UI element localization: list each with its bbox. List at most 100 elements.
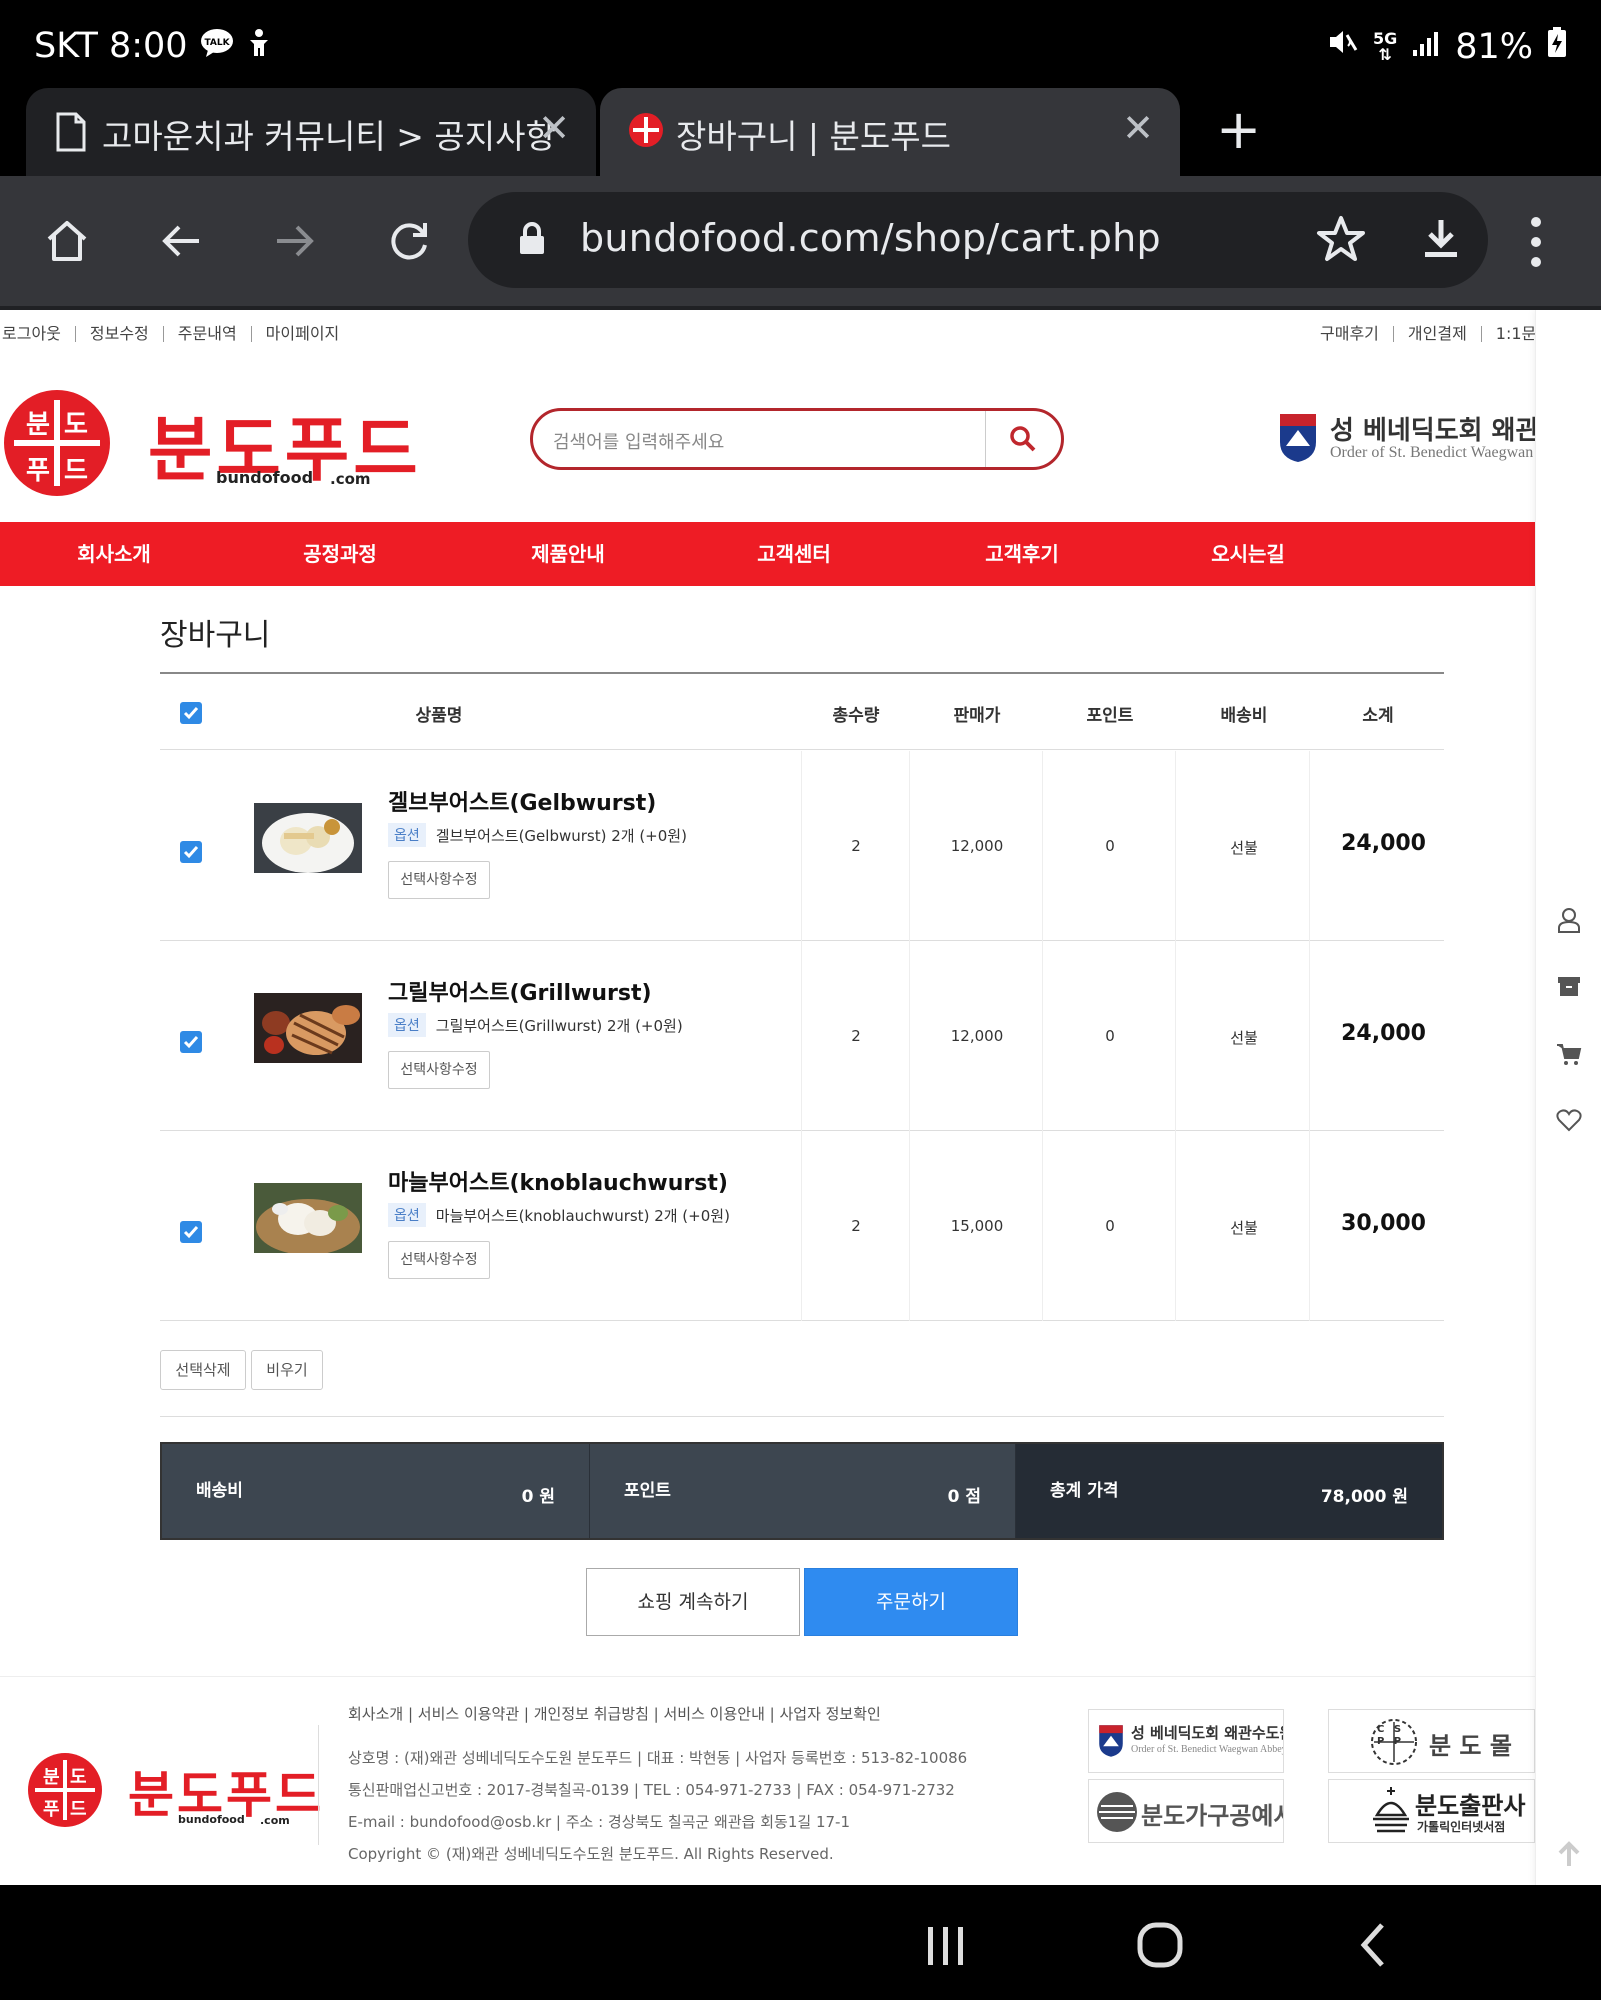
user-icon[interactable] (1555, 906, 1583, 934)
scroll-top-icon[interactable] (1555, 1840, 1583, 1868)
item-price: 15,000 (950, 1217, 1004, 1235)
tab-title: 장바구니 | 분도푸드 (676, 117, 951, 156)
product-name[interactable]: 그릴부어스트(Grillwurst) (388, 975, 652, 1007)
banner-mall[interactable]: C S P P 분 도 몰 (1328, 1709, 1535, 1773)
network-5g-icon: 5G ⇅ (1372, 28, 1398, 64)
option-text: 겔브부어스트(Gelbwurst) 2개 (+0원) (435, 826, 687, 845)
header-subtotal: 소계 (1362, 706, 1394, 726)
logo-com: .com (330, 470, 371, 488)
nav-reviews[interactable]: 고객후기 (922, 522, 1122, 586)
url-text: bundofood.com/shop/cart.php (580, 216, 1161, 260)
summary-total-label: 총계 가격 (1050, 1481, 1119, 1501)
logo-sub: bundofood (178, 1813, 245, 1826)
logo-badge-char: 드 (70, 1799, 87, 1820)
product-option: 옵션 마늘부어스트(knoblauchwurst) 2개 (+0원) (388, 1203, 730, 1227)
item-qty: 2 (851, 837, 861, 855)
logo-badge-char: 푸 (26, 456, 50, 486)
web-page: 로그아웃 정보수정 주문내역 마이페이지 구매후기 개인결제 1:1문의 분 도… (0, 310, 1601, 1885)
logo-sub: bundofood (216, 468, 314, 487)
logout-link[interactable]: 로그아웃 (0, 326, 76, 342)
option-tag: 옵션 (388, 1203, 426, 1227)
new-tab-icon[interactable]: + (1216, 98, 1261, 161)
abbey-crest-icon (1280, 414, 1316, 462)
forward-arrow-icon[interactable] (260, 206, 330, 276)
battery-charging-icon (1547, 26, 1567, 67)
reviews-link[interactable]: 구매후기 (1318, 326, 1394, 342)
personal-payment-link[interactable]: 개인결제 (1394, 326, 1482, 342)
header-shipping: 배송비 (1220, 706, 1268, 726)
csp-mark-text: C S P P (1377, 1724, 1405, 1747)
nav-process[interactable]: 공정과정 (240, 522, 440, 586)
logo-badge-char: 분 (43, 1767, 60, 1788)
close-tab-icon[interactable]: ✕ (538, 106, 570, 150)
download-icon[interactable] (1416, 214, 1466, 268)
nav-company[interactable]: 회사소개 (14, 522, 214, 586)
heart-icon[interactable] (1555, 1106, 1583, 1134)
bookmark-star-icon[interactable] (1316, 214, 1366, 268)
mute-icon (1327, 26, 1359, 67)
summary-total-value: 78,000 원 (1320, 1487, 1408, 1507)
search-input[interactable]: 검색어를 입력해주세요 (553, 428, 724, 454)
edit-option-button[interactable]: 선택사항수정 (388, 1051, 490, 1089)
select-all-checkbox[interactable] (180, 702, 202, 724)
banner-abbey-sub: Order of St. Benedict Waegwan Abbey (1131, 1744, 1284, 1755)
delete-selected-button[interactable]: 선택삭제 (160, 1350, 246, 1390)
order-button[interactable]: 주문하기 (804, 1568, 1018, 1636)
footer-links[interactable]: 회사소개 | 서비스 이용약관 | 개인정보 취급방침 | 서비스 이용안내 |… (348, 1703, 881, 1724)
banner-abbey[interactable]: 성 베네딕도회 왜관수도원 Order of St. Benedict Waeg… (1088, 1709, 1284, 1773)
close-tab-icon[interactable]: ✕ (1122, 106, 1154, 150)
product-name[interactable]: 마늘부어스트(knoblauchwurst) (388, 1165, 728, 1197)
edit-info-link[interactable]: 정보수정 (76, 326, 164, 342)
product-thumbnail[interactable] (254, 803, 362, 873)
continue-shopping-button[interactable]: 쇼핑 계속하기 (586, 1568, 800, 1636)
option-text: 그릴부어스트(Grillwurst) 2개 (+0원) (435, 1016, 683, 1035)
search-box[interactable]: 검색어를 입력해주세요 (530, 408, 1064, 470)
nav-products[interactable]: 제품안내 (468, 522, 668, 586)
nav-support[interactable]: 고객센터 (694, 522, 894, 586)
col-divider (1309, 751, 1310, 941)
item-checkbox[interactable] (180, 1031, 202, 1053)
col-divider (1309, 1131, 1310, 1321)
abbey-logo[interactable]: 성 베네딕도회 왜관수도원 Order of St. Benedict Waeg… (1278, 410, 1535, 470)
product-thumbnail[interactable] (254, 1183, 362, 1253)
col-divider (801, 751, 802, 941)
empty-cart-button[interactable]: 비우기 (251, 1350, 323, 1390)
lock-icon (518, 222, 546, 260)
item-checkbox[interactable] (180, 1221, 202, 1243)
home-icon[interactable] (32, 206, 102, 276)
search-icon[interactable] (1009, 425, 1037, 453)
back-nav-icon[interactable] (1344, 1915, 1404, 1975)
archive-box-icon[interactable] (1555, 972, 1583, 1000)
product-option: 옵션 그릴부어스트(Grillwurst) 2개 (+0원) (388, 1013, 683, 1037)
back-arrow-icon[interactable] (146, 206, 216, 276)
order-history-link[interactable]: 주문내역 (164, 326, 252, 342)
mypage-link[interactable]: 마이페이지 (252, 326, 354, 342)
item-point: 0 (1105, 1027, 1115, 1045)
edit-option-button[interactable]: 선택사항수정 (388, 1241, 490, 1279)
nav-directions[interactable]: 오시는길 (1148, 522, 1348, 586)
product-thumbnail[interactable] (254, 993, 362, 1063)
logo-badge-char: 드 (64, 456, 88, 486)
footer: 분 도 푸 드 분도푸드 bundofood .com 회사소개 | 서비스 이… (0, 1676, 1535, 1885)
product-name[interactable]: 겔브부어스트(Gelbwurst) (388, 785, 656, 817)
cart-row: 겔브부어스트(Gelbwurst) 옵션 겔브부어스트(Gelbwurst) 2… (160, 751, 1444, 941)
banner-furniture[interactable]: 분도가구공예사 (1088, 1779, 1284, 1843)
summary-shipping: 배송비 0 원 (162, 1444, 590, 1538)
col-divider (1175, 1131, 1176, 1321)
site-logo[interactable]: 분 도 푸 드 분도푸드 bundofood .com (4, 390, 418, 500)
logo-badge-char: 도 (70, 1767, 87, 1788)
recent-apps-icon[interactable] (916, 1915, 976, 1975)
home-nav-icon[interactable] (1130, 1915, 1190, 1975)
cart-icon[interactable] (1555, 1040, 1583, 1068)
banner-publishing[interactable]: 분도출판사 가톨릭인터넷서점 (1328, 1779, 1535, 1843)
browser-menu-icon[interactable] (1518, 214, 1554, 270)
edit-option-button[interactable]: 선택사항수정 (388, 861, 490, 899)
item-checkbox[interactable] (180, 841, 202, 863)
tab-inactive[interactable]: 고마운치과 커뮤니티 > 공지사항 ✕ (26, 88, 596, 176)
footer-logo[interactable]: 분 도 푸 드 분도푸드 bundofood .com (28, 1753, 321, 1833)
reload-icon[interactable] (374, 206, 444, 276)
tab-active[interactable]: 장바구니 | 분도푸드 ✕ (600, 88, 1180, 176)
col-divider (909, 941, 910, 1131)
address-bar[interactable]: bundofood.com/shop/cart.php (468, 192, 1488, 288)
site-favicon-icon (628, 112, 668, 152)
